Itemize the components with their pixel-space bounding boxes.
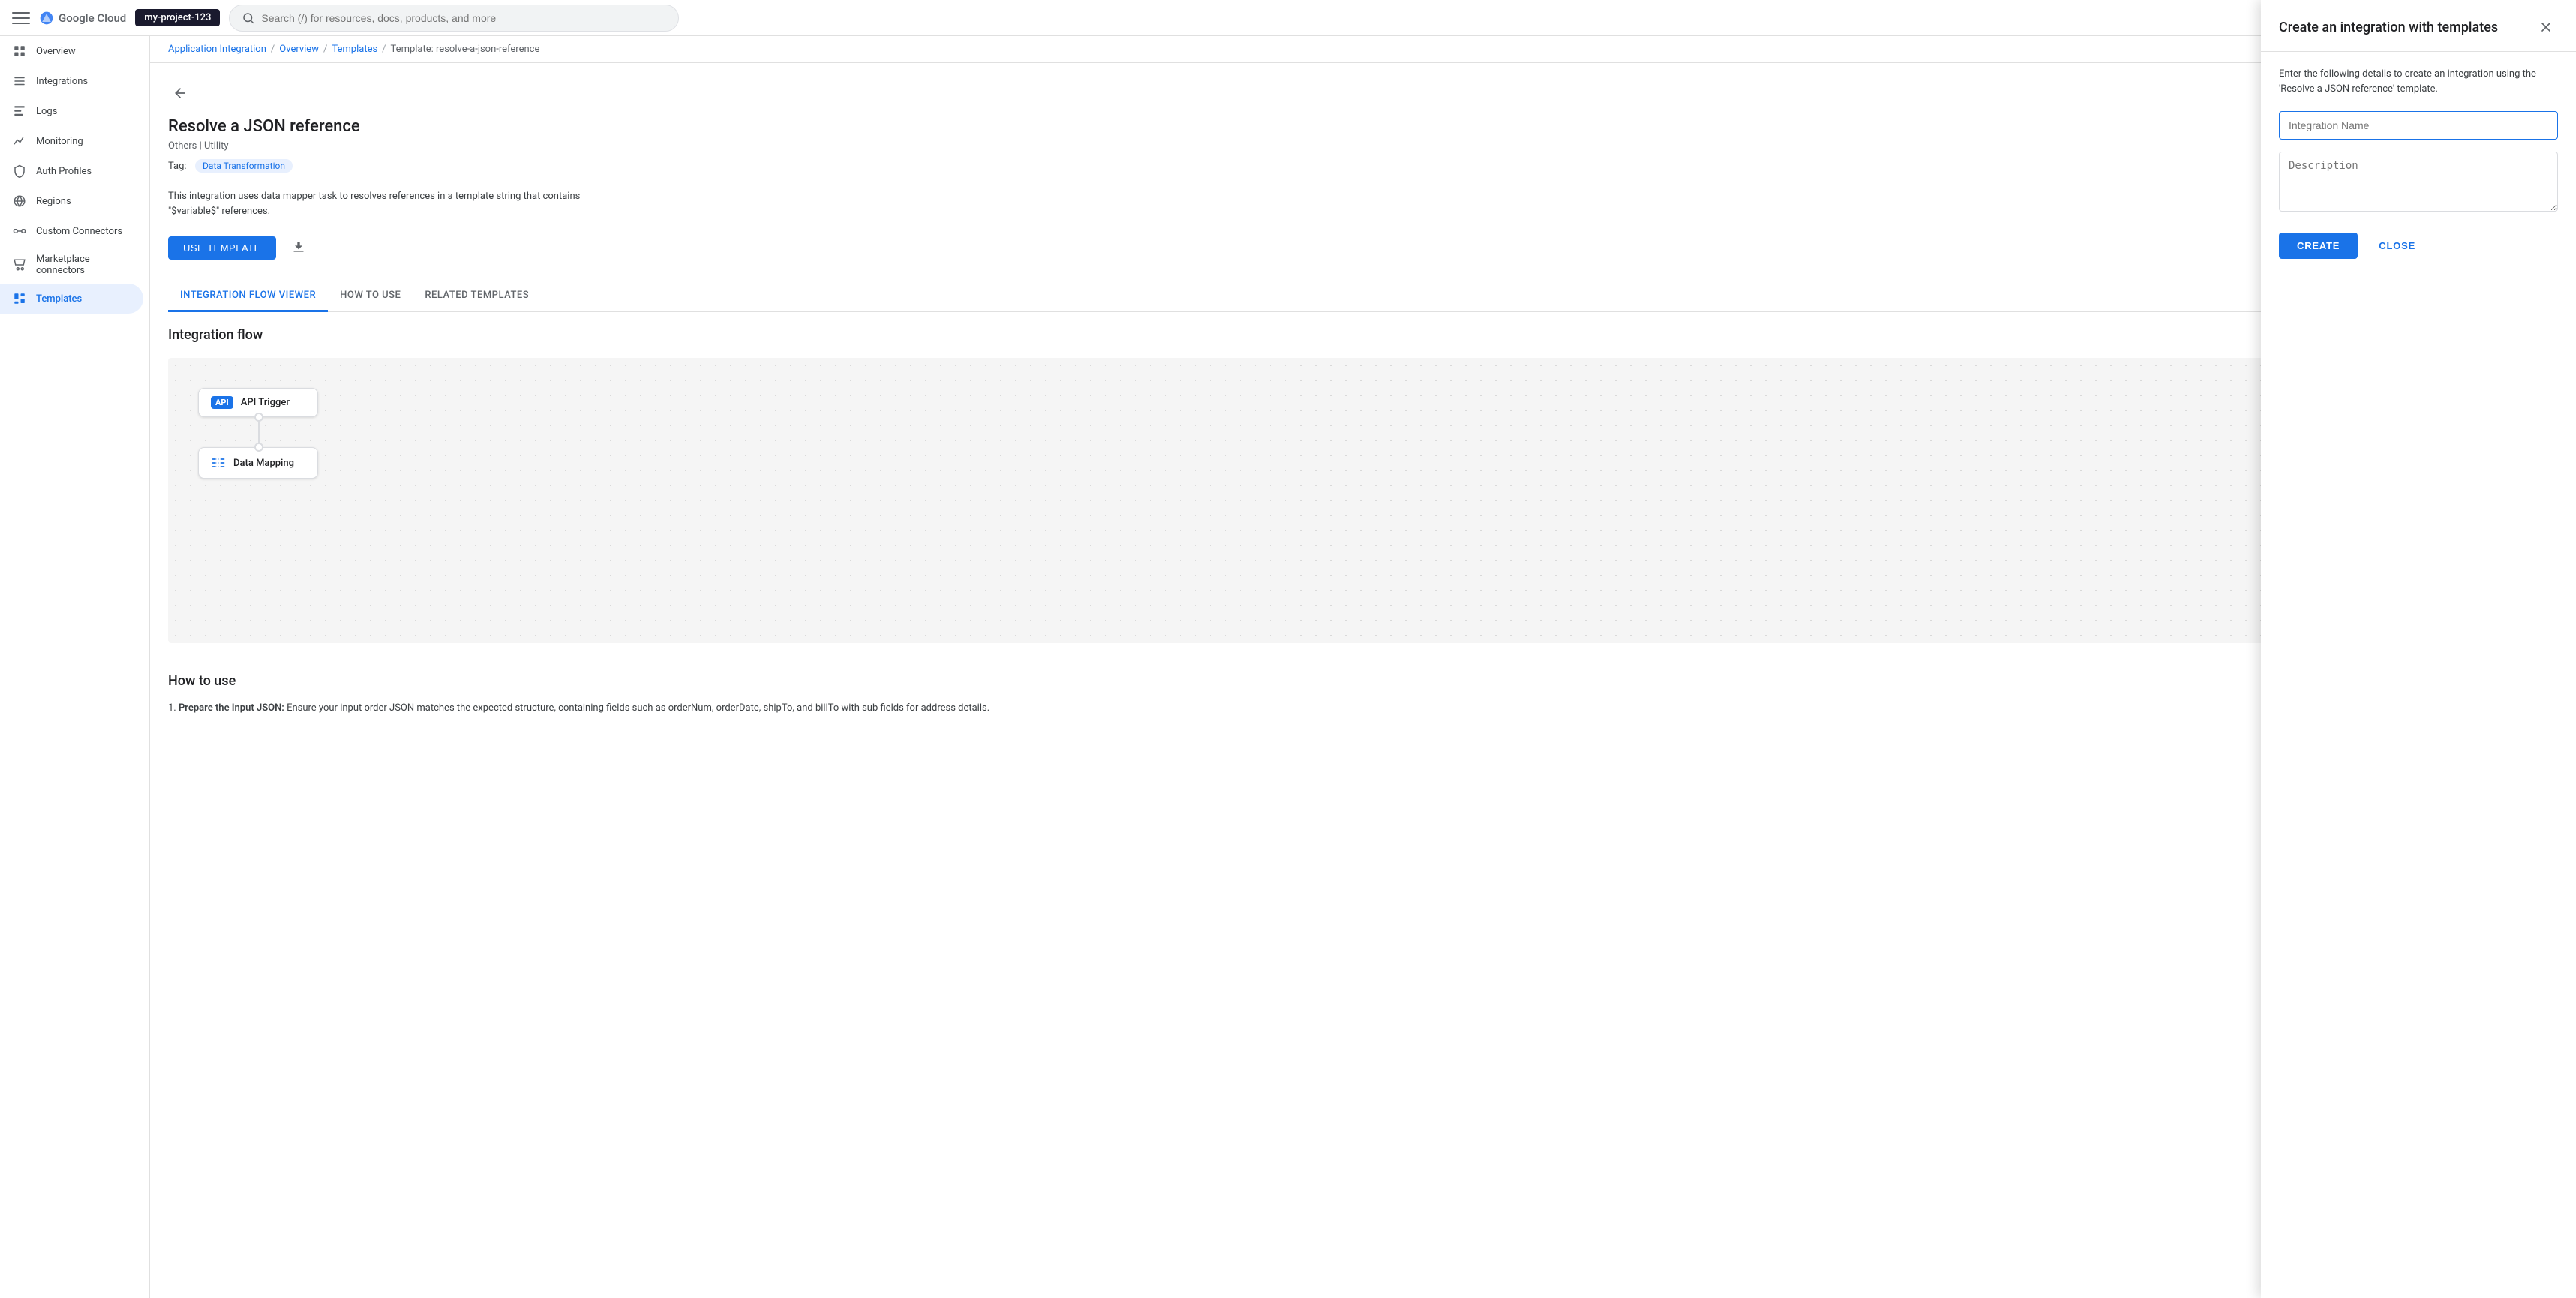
data-mapping-label: Data Mapping	[233, 458, 294, 469]
flow-section: Integration flow API API Trigger	[168, 312, 2558, 658]
tag-label: Tag:	[168, 161, 187, 172]
breadcrumb-current: Template: resolve-a-json-reference	[391, 44, 540, 55]
sidebar-item-regions[interactable]: Regions	[0, 186, 143, 216]
sidebar-label-marketplace: Marketplace connectors	[36, 254, 131, 276]
template-description: This integration uses data mapper task t…	[168, 189, 618, 218]
panel-subtitle: Enter the following details to create an…	[2279, 67, 2558, 96]
connectors-icon	[12, 224, 27, 239]
tab-related-templates[interactable]: RELATED TEMPLATES	[413, 281, 541, 312]
data-mapping-icon	[211, 455, 226, 470]
breadcrumb-templates[interactable]: Templates	[332, 44, 377, 55]
integration-name-field	[2279, 111, 2558, 140]
panel-body: Enter the following details to create an…	[2261, 52, 2576, 1298]
tag-chip: Data Transformation	[195, 159, 293, 173]
auth-icon	[12, 164, 27, 179]
panel-close-button[interactable]	[2534, 15, 2558, 39]
sidebar-item-templates[interactable]: Templates	[0, 284, 143, 314]
tab-how-to-use[interactable]: HOW TO USE	[328, 281, 413, 312]
breadcrumb: Application Integration / Overview / Tem…	[150, 36, 2576, 63]
panel-actions: CREATE CLOSE	[2279, 233, 2558, 259]
right-panel: Create an integration with templates Ent…	[2261, 0, 2576, 1298]
menu-icon[interactable]	[12, 9, 30, 27]
panel-header: Create an integration with templates	[2261, 0, 2576, 52]
create-button[interactable]: CREATE	[2279, 233, 2358, 259]
action-row: USE TEMPLATE	[168, 233, 2558, 263]
template-title: Resolve a JSON reference	[168, 117, 2558, 136]
sidebar-label-custom-connectors: Custom Connectors	[36, 226, 122, 237]
use-template-button[interactable]: USE TEMPLATE	[168, 236, 276, 260]
sidebar-item-overview[interactable]: Overview	[0, 36, 143, 66]
sidebar-item-marketplace-connectors[interactable]: Marketplace connectors	[0, 246, 143, 284]
sidebar-item-custom-connectors[interactable]: Custom Connectors	[0, 216, 143, 246]
templates-icon	[12, 291, 27, 306]
api-badge: API	[211, 396, 233, 409]
download-button[interactable]	[285, 233, 312, 263]
sidebar-label-logs: Logs	[36, 106, 57, 117]
tab-integration-flow-viewer[interactable]: INTEGRATION FLOW VIEWER	[168, 281, 328, 312]
how-to-section: How to use 1. Prepare the Input JSON: En…	[168, 658, 2558, 732]
flow-title: Integration flow	[168, 327, 2558, 343]
logo-text: Google Cloud	[59, 11, 126, 25]
sidebar-label-integrations: Integrations	[36, 76, 88, 87]
sidebar-label-auth: Auth Profiles	[36, 166, 92, 177]
marketplace-icon	[12, 257, 27, 272]
content-area: Application Integration / Overview / Tem…	[150, 36, 2576, 1298]
tabs: INTEGRATION FLOW VIEWER HOW TO USE RELAT…	[168, 281, 2558, 312]
logs-icon	[12, 104, 27, 119]
sidebar-item-monitoring[interactable]: Monitoring	[0, 126, 143, 156]
sidebar-item-logs[interactable]: Logs	[0, 96, 143, 126]
integrations-icon	[12, 74, 27, 89]
sidebar-item-integrations[interactable]: Integrations	[0, 66, 143, 96]
grid-icon	[12, 44, 27, 59]
template-subtitle: Others | Utility	[168, 140, 2558, 152]
sidebar-label-templates: Templates	[36, 293, 82, 305]
panel-title: Create an integration with templates	[2279, 20, 2498, 35]
how-to-title: How to use	[168, 673, 2558, 689]
breadcrumb-overview[interactable]: Overview	[279, 44, 319, 55]
node-connector	[258, 417, 260, 447]
back-button[interactable]	[168, 81, 192, 105]
search-input[interactable]	[261, 12, 666, 24]
data-mapping-node: Data Mapping	[198, 447, 318, 479]
flow-canvas: API API Trigger Data Mapping	[168, 358, 2558, 643]
search-icon	[242, 11, 255, 25]
project-selector[interactable]: my-project-123	[135, 9, 220, 26]
page-content: Resolve a JSON reference Others | Utilit…	[150, 63, 2576, 1298]
topbar: Google Cloud my-project-123	[0, 0, 2576, 36]
close-button[interactable]: CLOSE	[2367, 233, 2427, 259]
breadcrumb-app-integration[interactable]: Application Integration	[168, 44, 266, 55]
google-cloud-logo[interactable]: Google Cloud	[39, 11, 126, 26]
sidebar-label-overview: Overview	[36, 46, 76, 57]
search-bar[interactable]	[229, 5, 679, 32]
how-to-step: 1. Prepare the Input JSON: Ensure your i…	[168, 701, 2558, 717]
sidebar-item-auth-profiles[interactable]: Auth Profiles	[0, 156, 143, 186]
sidebar-label-monitoring: Monitoring	[36, 136, 83, 147]
integration-name-input[interactable]	[2279, 111, 2558, 140]
monitoring-icon	[12, 134, 27, 149]
sidebar: Overview Integrations Logs Monitoring Au…	[0, 36, 150, 1298]
regions-icon	[12, 194, 27, 209]
sidebar-label-regions: Regions	[36, 196, 71, 207]
description-field	[2279, 152, 2558, 215]
api-trigger-label: API Trigger	[241, 397, 290, 408]
description-input[interactable]	[2279, 152, 2558, 212]
close-icon	[2538, 20, 2553, 35]
